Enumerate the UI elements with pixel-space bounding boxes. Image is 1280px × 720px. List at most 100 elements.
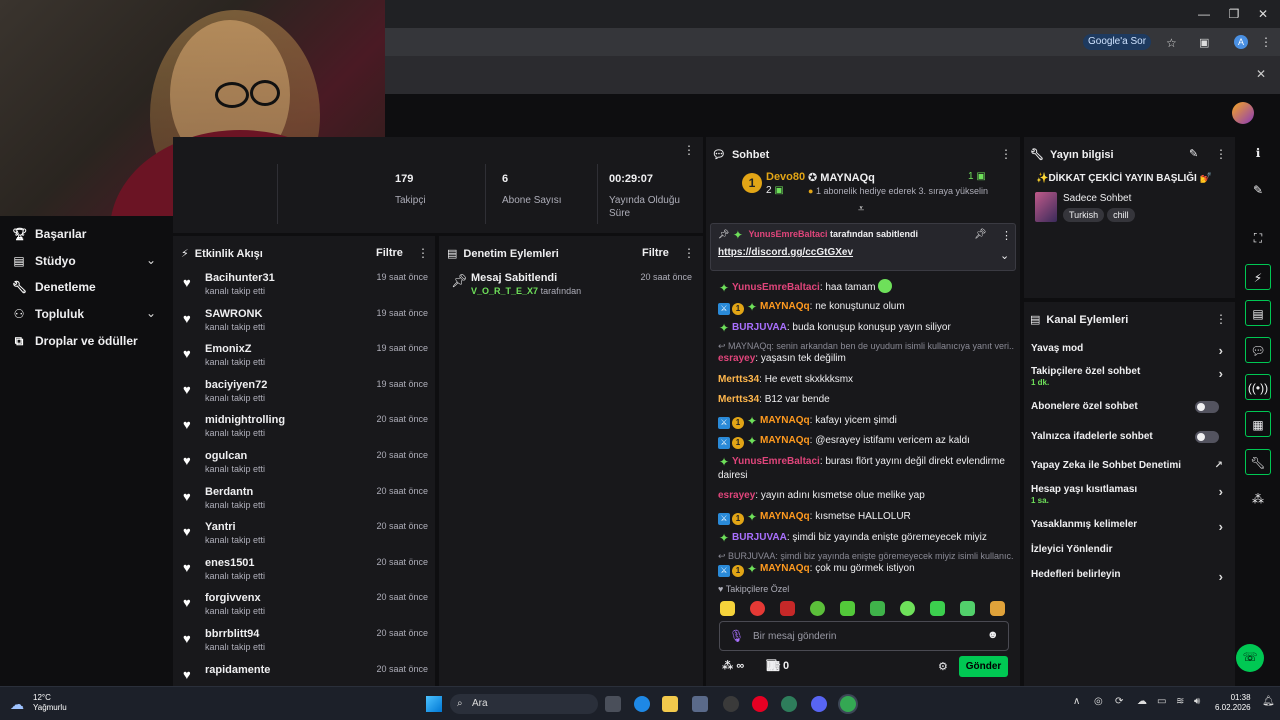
activity-row[interactable]: ♥︎ forgivvenx kanalı takip etti 20 saat önc… (183, 592, 428, 626)
chevron-down-icon[interactable]: ⌄ (1000, 249, 1009, 262)
channel-points[interactable]: ⁂ ∞ (722, 659, 744, 672)
chevron-right-icon[interactable]: › (1219, 484, 1223, 499)
emote-icon[interactable] (900, 601, 915, 616)
chat-username[interactable]: BURJUVAA (732, 322, 787, 333)
leader1-name[interactable]: Devo80 (766, 171, 805, 183)
pencil-icon[interactable]: ✎ (1245, 177, 1271, 203)
leader2-name[interactable]: ✪ MAYNAQq (808, 171, 875, 184)
activity-username[interactable]: baciyiyen72 (205, 379, 267, 391)
activity-row[interactable]: ♥︎ ogulcan kanalı takip etti 20 saat önce (183, 450, 428, 484)
chevron-right-icon[interactable]: › (1219, 366, 1223, 381)
panel-icon[interactable]: ▦ (1245, 411, 1271, 437)
help-icon[interactable]: ☏ (1236, 644, 1264, 672)
chat-username[interactable]: BURJUVAA (732, 532, 787, 543)
activity-row[interactable]: ♥︎ baciyiyen72 kanalı takip etti 19 saat ön… (183, 379, 428, 413)
activity-row[interactable]: ♥︎ midnightrolling kanalı takip etti 20 saa… (183, 414, 428, 448)
activity-username[interactable]: Bacihunter31 (205, 272, 275, 284)
chat-username[interactable]: Mertts34 (718, 374, 759, 385)
chevron-right-icon[interactable]: › (1219, 343, 1223, 358)
activity-row[interactable]: ♥︎ Bacihunter31 kanalı takip etti 19 saat ö… (183, 272, 428, 306)
activity-filter-button[interactable]: Filtre (376, 247, 403, 259)
emote-icon[interactable] (870, 601, 885, 616)
drops-icon[interactable]: ⁂ (1245, 486, 1271, 512)
channel-action-item[interactable]: Yapay Zeka ile Sohbet Denetimi ↗ (1031, 460, 1227, 471)
emote-icon[interactable] (810, 601, 825, 616)
activity-username[interactable]: SAWRONK (205, 308, 262, 320)
weather-icon[interactable]: ☁︎ (10, 696, 24, 713)
nav-achievements[interactable]: 🏆︎ Başarılar (12, 224, 86, 244)
activity-row[interactable]: ♥︎ Berdantn kanalı takip etti 20 saat önce (183, 486, 428, 520)
wrench-icon[interactable]: 🔧︎ (1245, 449, 1271, 475)
chat-username[interactable]: Mertts34 (718, 394, 759, 405)
activity-row[interactable]: ♥︎ SAWRONK kanalı takip etti 19 saat önce (183, 308, 428, 342)
activity-menu-icon[interactable]: ⋮ (417, 246, 429, 260)
volume-icon[interactable]: 🔊︎ (1194, 696, 1200, 707)
activity-username[interactable]: midnightrolling (205, 414, 285, 426)
emote-icon[interactable] (990, 601, 1005, 616)
moderation-filter-button[interactable]: Filtre (642, 247, 669, 259)
channel-action-item[interactable]: Hesap yaşı kısıtlaması 1 sa. › (1031, 484, 1227, 505)
chat-icon[interactable]: 💬︎ (1245, 337, 1271, 363)
tray-icon[interactable]: ⟳ (1115, 696, 1123, 707)
channel-action-item[interactable]: Yasaklanmış kelimeler › (1031, 519, 1227, 534)
send-button[interactable]: Gönder (959, 656, 1008, 677)
github-icon[interactable] (723, 696, 739, 712)
browser-menu-icon[interactable]: ⋮ (1260, 35, 1272, 49)
channel-action-item[interactable]: Takipçilere özel sohbet 1 dk. › (1031, 366, 1227, 387)
tray-icon[interactable]: ◎ (1094, 696, 1103, 707)
microphone-icon[interactable]: 🎙︎ (729, 629, 744, 643)
weather-widget[interactable]: 12°C Yağmurlu (33, 693, 67, 713)
google-ask-button[interactable]: Google'a Sor (1083, 34, 1152, 50)
info-icon[interactable]: ℹ︎ (1245, 140, 1271, 166)
shop-counter[interactable]: 🏬︎ 0 (766, 659, 789, 672)
pinned-link[interactable]: https://discord.gg/ccGtGXev (718, 247, 853, 258)
collapse-icon[interactable]: ⩡ (858, 203, 864, 216)
chat-username[interactable]: YunusEmreBaltaci (732, 456, 820, 467)
emote-icon[interactable] (720, 601, 735, 616)
tray-icon[interactable]: ▭ (1157, 696, 1166, 707)
fullscreen-icon[interactable]: ⛶ (1245, 225, 1271, 251)
activity-row[interactable]: ♥︎ EmonixZ kanalı takip etti 19 saat önce (183, 343, 428, 377)
edit-icon[interactable]: ✎ (1189, 147, 1198, 160)
activity-row[interactable]: ♥︎ enes1501 kanalı takip etti 20 saat önce (183, 557, 428, 591)
chat-username[interactable]: MAYNAQq (760, 435, 810, 446)
chat-input[interactable]: 🎙︎ Bir mesaj gönderin ☻ (719, 621, 1009, 651)
channel-actions-menu-icon[interactable]: ⋮ (1215, 312, 1227, 326)
category-thumbnail[interactable] (1035, 192, 1057, 222)
broadcast-icon[interactable]: ((•)) (1245, 374, 1271, 400)
chrome-icon[interactable] (840, 696, 856, 712)
chat-username[interactable]: MAYNAQq (760, 415, 810, 426)
tray-chevron-icon[interactable]: ∧ (1073, 696, 1080, 707)
wifi-icon[interactable]: ≋ (1176, 696, 1184, 707)
channel-action-item[interactable]: İzleyici Yönlendir (1031, 544, 1227, 555)
external-link-icon[interactable]: ↗ (1215, 460, 1223, 471)
stream-info-menu-icon[interactable]: ⋮ (1215, 147, 1227, 161)
stats-menu-icon[interactable]: ⋮ (683, 143, 695, 157)
pinned-by-user[interactable]: YunusEmreBaltaci (748, 229, 827, 239)
mod-item-user[interactable]: V_O_R_T_E_X7 (471, 286, 538, 296)
emoji-picker-icon[interactable]: ☻ (987, 629, 999, 641)
chat-username[interactable]: YunusEmreBaltaci (732, 282, 820, 293)
activity-username[interactable]: rapidamente (205, 664, 270, 676)
minimize-button[interactable]: — (1196, 6, 1212, 22)
chevron-right-icon[interactable]: › (1219, 519, 1223, 534)
chevron-down-icon[interactable]: ⌄ (146, 253, 156, 267)
user-avatar[interactable] (1232, 102, 1254, 124)
document-icon[interactable]: ▤ (1245, 300, 1271, 326)
pinned-menu-icon[interactable]: ⋮ (1001, 229, 1012, 242)
chat-username[interactable]: MAYNAQq (760, 301, 810, 312)
chevron-down-icon[interactable]: ⌄ (146, 306, 156, 320)
chat-username[interactable]: MAYNAQq (760, 511, 810, 522)
activity-username[interactable]: Yantri (205, 521, 236, 533)
activity-row[interactable]: ♥︎ bbrrblitt94 kanalı takip etti 20 saat ön… (183, 628, 428, 662)
category-name[interactable]: Sadece Sohbet (1063, 193, 1131, 204)
file-explorer-icon[interactable] (662, 696, 678, 712)
chat-username[interactable]: esrayey (718, 353, 755, 364)
tray-icon[interactable]: ☁︎ (1137, 696, 1147, 707)
activity-username[interactable]: EmonixZ (205, 343, 251, 355)
channel-action-item[interactable]: Yalnızca ifadelerle sohbet (1031, 431, 1227, 443)
activity-username[interactable]: Berdantn (205, 486, 253, 498)
taskbar-clock[interactable]: 01:38 6.02.2026 (1215, 693, 1251, 713)
chevron-right-icon[interactable]: › (1219, 569, 1223, 584)
emote-icon[interactable] (840, 601, 855, 616)
